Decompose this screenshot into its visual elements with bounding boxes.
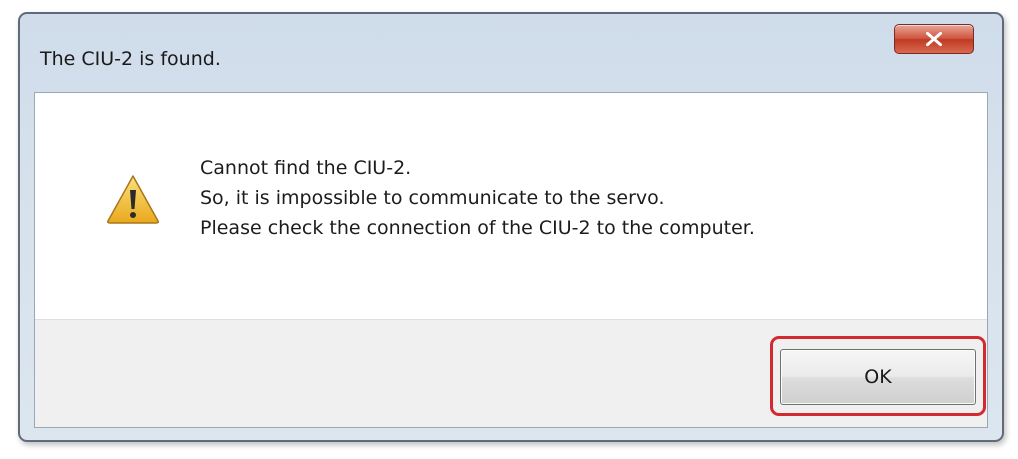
dialog-title: The CIU-2 is found. — [40, 48, 221, 70]
close-button[interactable] — [894, 24, 974, 54]
dialog-body: Cannot find the CIU-2. So, it is impossi… — [34, 92, 988, 428]
close-icon — [925, 31, 943, 47]
button-bar: OK — [35, 319, 987, 427]
message-text: Cannot find the CIU-2. So, it is impossi… — [200, 153, 755, 243]
warning-icon — [107, 175, 159, 224]
dialog-window: The CIU-2 is found. Cannot find the CIU-… — [18, 12, 1004, 442]
message-line-3: Please check the connection of the CIU-2… — [200, 217, 755, 239]
message-line-1: Cannot find the CIU-2. — [200, 157, 412, 179]
message-area: Cannot find the CIU-2. So, it is impossi… — [35, 93, 987, 319]
message-line-2: So, it is impossible to communicate to t… — [200, 187, 665, 209]
ok-button[interactable]: OK — [780, 349, 976, 405]
